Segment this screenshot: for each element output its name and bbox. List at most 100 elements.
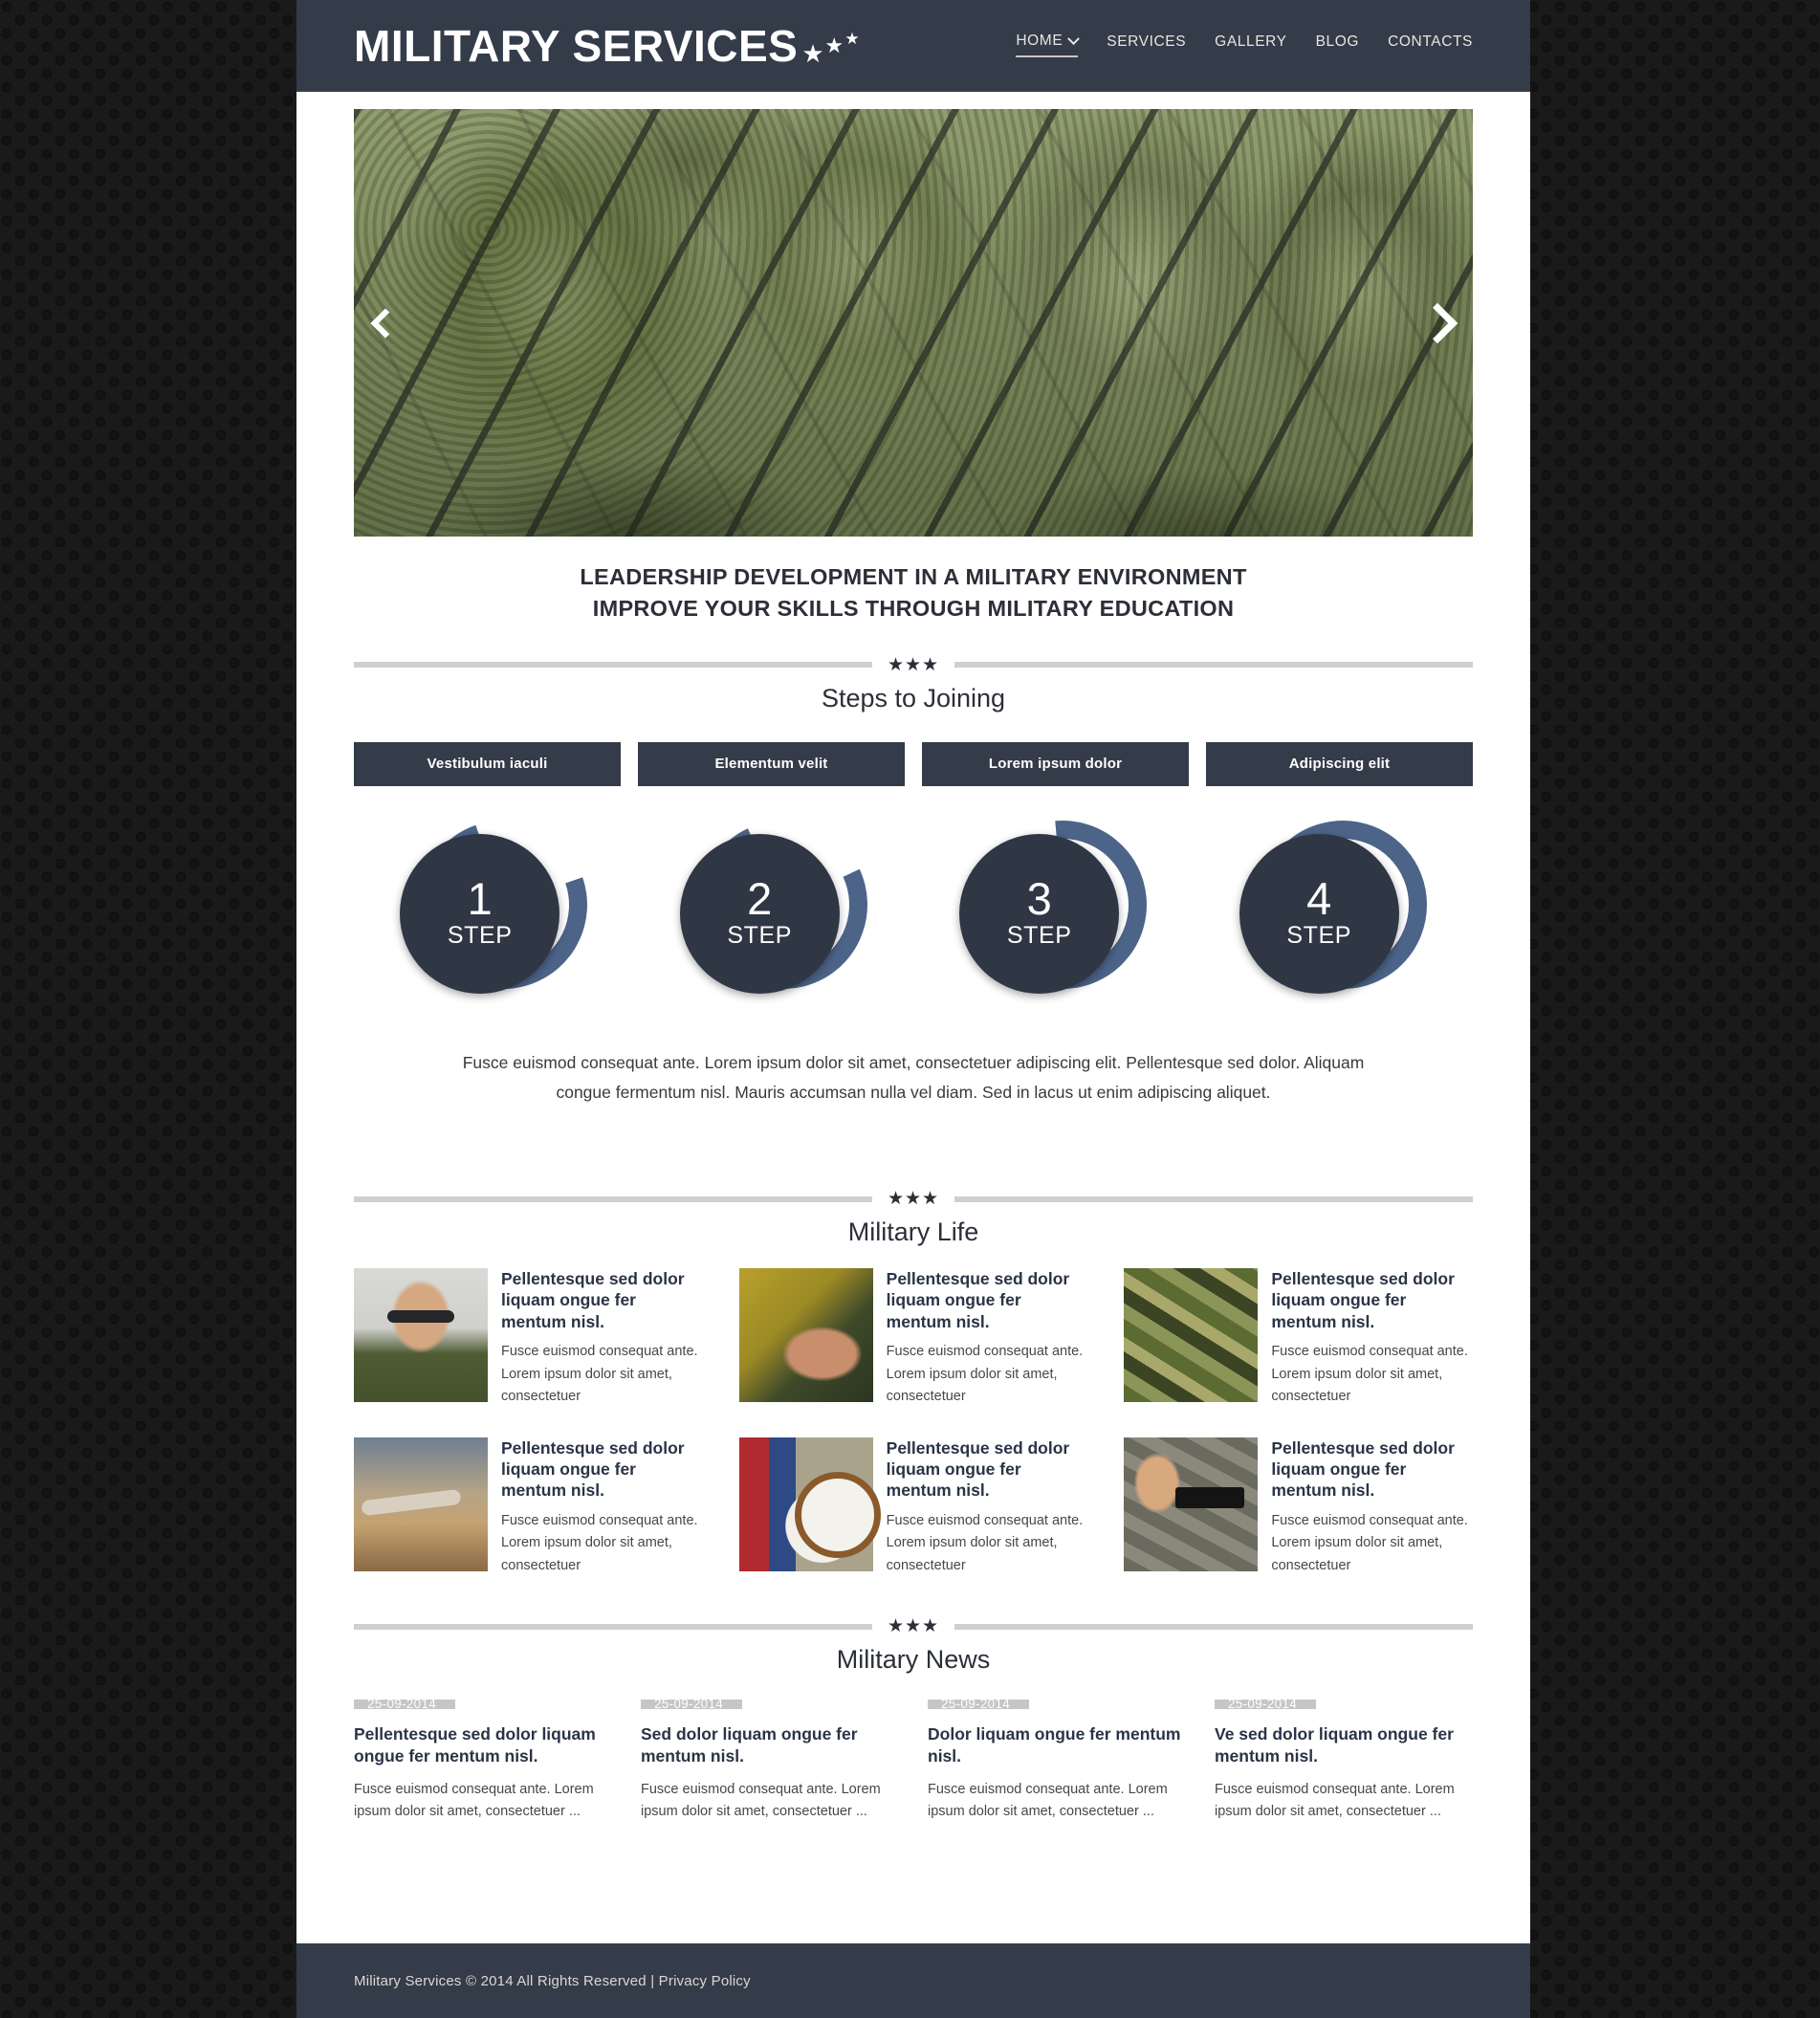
site-header: MILITARY SERVICES ★ ★ ★ HOME SERVICES GA… <box>296 0 1530 92</box>
news-item-date-badge: 25-09-2014 <box>354 1698 456 1711</box>
steps-tab-lorem-ipsum-dolor[interactable]: Lorem ipsum dolor <box>922 741 1189 786</box>
news-item-text: Fusce euismod consequat ante. Lorem ipsu… <box>354 1781 594 1820</box>
news-item-date-badge: 25-09-2014 <box>641 1698 743 1711</box>
step-4-number: 4 <box>1306 872 1332 924</box>
nav-item-contacts[interactable]: CONTACTS <box>1388 33 1473 56</box>
news-item: 25-09-2014 Dolor liquam ongue fer mentum… <box>928 1698 1186 1823</box>
divider-stars-icon: ★★★ <box>887 1189 940 1209</box>
step-4-graphic: 4 STEP <box>1239 820 1427 1008</box>
divider-bar-left <box>354 1195 872 1202</box>
tagline-line-2: IMPROVE YOUR SKILLS THROUGH MILITARY EDU… <box>592 596 1235 622</box>
step-2: 2 STEP <box>634 796 914 1013</box>
news-date-wrap: 25-09-2014 <box>641 1698 899 1711</box>
news-item-text: Fusce euismod consequat ante. Lorem ipsu… <box>641 1781 881 1820</box>
chevron-right-icon <box>1416 302 1458 343</box>
life-item-text: Fusce euismod consequat ante. Lorem ipsu… <box>886 1512 1084 1573</box>
life-item: Pellentesque sed dolor liquam ongue fer … <box>738 1268 1088 1409</box>
life-item-title[interactable]: Pellentesque sed dolor liquam ongue fer … <box>887 1268 1088 1332</box>
divider-bar-right <box>954 662 1474 669</box>
steps-section-title: Steps to Joining <box>821 683 1006 713</box>
footer-copyright: Military Services © 2014 All Rights Rese… <box>354 1972 647 1989</box>
steps-tab-adipiscing-elit[interactable]: Adipiscing elit <box>1206 741 1473 786</box>
news-item: 25-09-2014 Ve sed dolor liquam ongue fer… <box>1215 1698 1473 1823</box>
news-item-text: Fusce euismod consequat ante. Lorem ipsu… <box>1215 1781 1455 1820</box>
news-item-title[interactable]: Ve sed dolor liquam ongue fer mentum nis… <box>1215 1723 1473 1767</box>
news-item-date-badge: 25-09-2014 <box>1215 1698 1317 1711</box>
nav-item-label: CONTACTS <box>1388 33 1473 50</box>
steps-tab-list: Vestibulum iaculi Elementum velit Lorem … <box>354 741 1473 786</box>
news-date-wrap: 25-09-2014 <box>928 1698 1186 1711</box>
news-section-title: Military News <box>836 1645 991 1675</box>
news-item-title[interactable]: Sed dolor liquam ongue fer mentum nisl. <box>641 1723 899 1767</box>
steps-divider: ★★★ <box>354 656 1474 674</box>
step-2-label: STEP <box>727 921 793 949</box>
nav-item-label: SERVICES <box>1107 33 1187 50</box>
news-item-text: Fusce euismod consequat ante. Lorem ipsu… <box>928 1781 1168 1820</box>
site-footer: Military Services © 2014 All Rights Rese… <box>296 1943 1530 2018</box>
step-2-number: 2 <box>747 872 773 924</box>
life-item-text: Fusce euismod consequat ante. Lorem ipsu… <box>1271 1344 1468 1405</box>
step-1-label: STEP <box>447 921 513 949</box>
nav-item-gallery[interactable]: GALLERY <box>1215 33 1286 56</box>
step-1-disc[interactable]: 1 STEP <box>400 833 560 994</box>
hero-slide-image <box>354 109 1473 537</box>
step-1-graphic: 1 STEP <box>390 792 616 1018</box>
divider-bar-right <box>954 1195 1474 1202</box>
chevron-left-icon <box>370 307 401 339</box>
news-item: 25-09-2014 Sed dolor liquam ongue fer me… <box>641 1698 899 1823</box>
step-2-disc[interactable]: 2 STEP <box>679 833 840 994</box>
logo-star-medium-icon: ★ <box>824 33 844 57</box>
life-item-title[interactable]: Pellentesque sed dolor liquam ongue fer … <box>887 1437 1088 1502</box>
news-item-title[interactable]: Dolor liquam ongue fer mentum nisl. <box>928 1723 1186 1767</box>
life-item: Pellentesque sed dolor liquam ongue fer … <box>354 1437 703 1578</box>
life-item-text: Fusce euismod consequat ante. Lorem ipsu… <box>1271 1512 1468 1573</box>
life-item-thumbnail[interactable] <box>738 1437 873 1571</box>
logo-star-large-icon: ★ <box>844 30 861 48</box>
divider-bar-right <box>954 1623 1474 1630</box>
life-section-title: Military Life <box>847 1217 979 1246</box>
steps-intro-paragraph: Fusce euismod consequat ante. Lorem ipsu… <box>462 1052 1365 1102</box>
nav-item-services[interactable]: SERVICES <box>1107 33 1186 56</box>
life-item: Pellentesque sed dolor liquam ongue fer … <box>1124 1437 1473 1578</box>
logo-stars-icon: ★ ★ ★ <box>801 24 868 68</box>
life-item-thumbnail[interactable] <box>354 1268 488 1402</box>
logo-star-small-icon: ★ <box>801 39 825 68</box>
life-item-title[interactable]: Pellentesque sed dolor liquam ongue fer … <box>501 1268 703 1332</box>
footer-text: Military Services © 2014 All Rights Rese… <box>354 1973 751 1989</box>
step-4: 4 STEP <box>1194 820 1474 1008</box>
site-logo[interactable]: MILITARY SERVICES ★ ★ ★ <box>354 24 868 68</box>
footer-privacy-policy-link[interactable]: Privacy Policy <box>659 1973 751 1989</box>
news-item-date-badge: 25-09-2014 <box>928 1698 1030 1711</box>
nav-item-home[interactable]: HOME <box>1016 32 1081 57</box>
news-item: 25-09-2014 Pellentesque sed dolor liquam… <box>354 1698 612 1823</box>
chevron-down-icon <box>1067 32 1081 45</box>
life-item-thumbnail[interactable] <box>1124 1268 1259 1402</box>
life-item-title[interactable]: Pellentesque sed dolor liquam ongue fer … <box>1271 1437 1473 1502</box>
life-item-title[interactable]: Pellentesque sed dolor liquam ongue fer … <box>501 1437 703 1502</box>
bottom-spacer <box>296 1824 1530 1919</box>
slider-prev-arrow-icon[interactable] <box>370 307 401 339</box>
slider-next-arrow-icon[interactable] <box>1416 302 1458 343</box>
step-3-disc[interactable]: 3 STEP <box>959 833 1120 994</box>
divider-bar-left <box>354 662 872 669</box>
nav-item-label: HOME <box>1016 33 1063 49</box>
life-item-title[interactable]: Pellentesque sed dolor liquam ongue fer … <box>1271 1268 1473 1332</box>
military-life-grid: Pellentesque sed dolor liquam ongue fer … <box>354 1268 1473 1577</box>
main-navigation: HOME SERVICES GALLERY BLOG CONTACTS <box>1016 32 1473 59</box>
life-item-text: Fusce euismod consequat ante. Lorem ipsu… <box>501 1344 698 1405</box>
life-item-thumbnail[interactable] <box>738 1268 873 1402</box>
step-3: 3 STEP <box>913 785 1194 1023</box>
news-item-title[interactable]: Pellentesque sed dolor liquam ongue fer … <box>354 1723 612 1767</box>
life-item-body: Pellentesque sed dolor liquam ongue fer … <box>501 1268 703 1409</box>
step-4-disc[interactable]: 4 STEP <box>1239 833 1399 994</box>
life-item-body: Pellentesque sed dolor liquam ongue fer … <box>1271 1268 1473 1409</box>
step-1-number: 1 <box>467 872 493 924</box>
life-item-thumbnail[interactable] <box>354 1437 488 1571</box>
life-item-thumbnail[interactable] <box>1124 1437 1259 1571</box>
steps-tab-vestibulum-iaculi[interactable]: Vestibulum iaculi <box>354 741 621 786</box>
nav-item-blog[interactable]: BLOG <box>1316 33 1359 56</box>
news-date-wrap: 25-09-2014 <box>354 1698 612 1711</box>
logo-text: MILITARY SERVICES <box>354 21 799 71</box>
life-item: Pellentesque sed dolor liquam ongue fer … <box>1124 1268 1473 1409</box>
steps-tab-elementum-velit[interactable]: Elementum velit <box>638 741 905 786</box>
